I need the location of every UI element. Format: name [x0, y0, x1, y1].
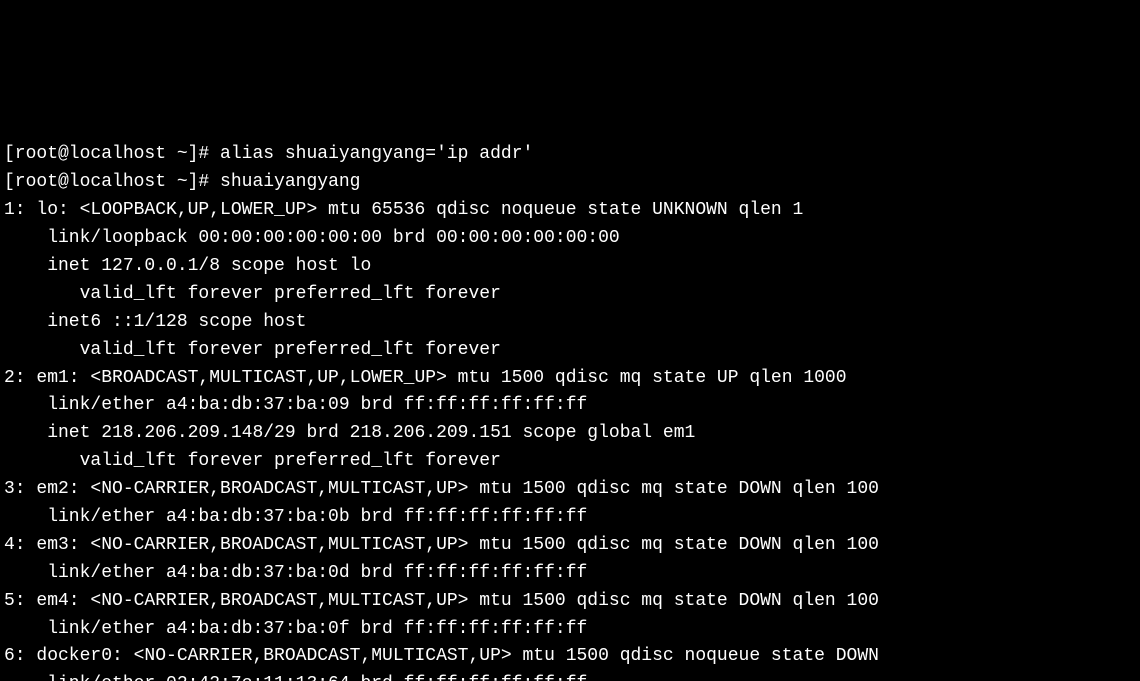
output-line: valid_lft forever preferred_lft forever — [4, 284, 501, 304]
output-line: valid_lft forever preferred_lft forever — [4, 340, 501, 360]
output-line: 6: docker0: <NO-CARRIER,BROADCAST,MULTIC… — [4, 646, 879, 666]
output-line: link/loopback 00:00:00:00:00:00 brd 00:0… — [4, 228, 620, 248]
output-line: link/ether a4:ba:db:37:ba:0d brd ff:ff:f… — [4, 563, 587, 583]
output-line: valid_lft forever preferred_lft forever — [4, 451, 501, 471]
output-line: link/ether a4:ba:db:37:ba:09 brd ff:ff:f… — [4, 395, 587, 415]
output-line: inet6 ::1/128 scope host — [4, 312, 306, 332]
output-line: 2: em1: <BROADCAST,MULTICAST,UP,LOWER_UP… — [4, 368, 847, 388]
terminal[interactable]: [root@localhost ~]# alias shuaiyangyang=… — [0, 139, 1140, 681]
shell-prompt: [root@localhost ~]# — [4, 144, 220, 164]
output-line: 4: em3: <NO-CARRIER,BROADCAST,MULTICAST,… — [4, 535, 879, 555]
output-line: 5: em4: <NO-CARRIER,BROADCAST,MULTICAST,… — [4, 591, 879, 611]
output-line: link/ether 02:42:7c:11:13:64 brd ff:ff:f… — [4, 674, 587, 681]
output-line: inet 218.206.209.148/29 brd 218.206.209.… — [4, 423, 695, 443]
output-line: link/ether a4:ba:db:37:ba:0b brd ff:ff:f… — [4, 507, 587, 527]
output-line: 1: lo: <LOOPBACK,UP,LOWER_UP> mtu 65536 … — [4, 200, 803, 220]
command-entered: shuaiyangyang — [220, 172, 360, 192]
output-line: inet 127.0.0.1/8 scope host lo — [4, 256, 371, 276]
output-line: 3: em2: <NO-CARRIER,BROADCAST,MULTICAST,… — [4, 479, 879, 499]
command-entered: alias shuaiyangyang='ip addr' — [220, 144, 533, 164]
shell-prompt: [root@localhost ~]# — [4, 172, 220, 192]
output-line: link/ether a4:ba:db:37:ba:0f brd ff:ff:f… — [4, 619, 587, 639]
